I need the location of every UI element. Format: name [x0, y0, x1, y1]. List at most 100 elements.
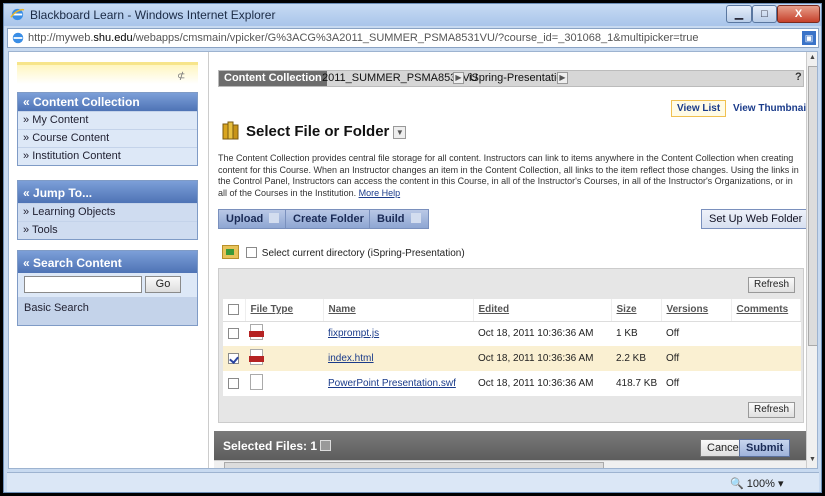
maximize-button[interactable]: □ — [752, 5, 777, 23]
col-file-type[interactable]: File Type — [245, 299, 324, 322]
table-header-row: File Type Name Edited Size Versions Comm… — [223, 299, 801, 322]
build-label: Build — [377, 213, 405, 225]
page-ie-icon — [12, 32, 24, 44]
sidebar-item-my-content[interactable]: » My Content — [18, 111, 197, 129]
col-edited[interactable]: Edited — [473, 299, 612, 322]
view-switcher: View List View Thumbnails — [671, 100, 814, 117]
scroll-up-icon[interactable]: ▲ — [809, 54, 816, 61]
status-bar: 🔍 100% ▾ — [7, 472, 819, 492]
breadcrumb-folder[interactable]: iSpring-Presentation — [469, 72, 569, 84]
web-folder-button[interactable]: Set Up Web Folder — [701, 209, 811, 229]
page-title: Select File or Folder ▼ — [222, 120, 407, 140]
submit-button[interactable]: Submit — [739, 439, 791, 457]
zoom-level: 100% — [746, 478, 775, 490]
zoom-control[interactable]: 🔍 100% ▾ — [730, 477, 783, 490]
current-directory-checkbox[interactable] — [245, 247, 257, 258]
vertical-scrollbar[interactable]: ▲ ▼ — [806, 52, 817, 468]
build-button[interactable]: Build — [369, 209, 429, 229]
search-go-button[interactable]: Go — [145, 276, 181, 293]
vertical-scroll-thumb[interactable] — [808, 66, 817, 346]
select-all-checkbox[interactable] — [228, 303, 239, 315]
chevron-down-icon[interactable]: ▼ — [393, 126, 407, 139]
breadcrumb: Content Collection 2011_SUMMER_PSMA8531V… — [218, 70, 804, 87]
col-versions[interactable]: Versions — [661, 299, 732, 322]
row-checkbox[interactable] — [228, 377, 239, 389]
versions-cell: Off — [661, 346, 731, 371]
page-title-text: Select File or Folder — [246, 123, 390, 140]
jump-to-header[interactable]: « Jump To... — [18, 181, 197, 203]
current-directory-label: Select current directory (iSpring-Presen… — [261, 248, 465, 259]
view-list-button[interactable]: View List — [671, 100, 727, 117]
table-row: index.html Oct 18, 2011 10:36:36 AM 2.2 … — [223, 346, 801, 371]
select-all-header — [223, 299, 246, 322]
breadcrumb-arrow-icon[interactable]: ▶ — [557, 72, 568, 84]
minimize-button[interactable]: ▁ — [726, 5, 752, 23]
url-prefix: http://myweb. — [28, 32, 94, 44]
size-cell: 1 KB — [611, 321, 661, 346]
selected-list-icon[interactable] — [320, 440, 332, 451]
folder-up-icon[interactable] — [222, 245, 239, 259]
view-thumbnails-button[interactable]: View Thumbnails — [733, 103, 815, 114]
col-comments[interactable]: Comments — [731, 299, 801, 322]
file-name-link[interactable]: index.html — [328, 353, 374, 364]
left-panel: ⊄ « Content Collection » My Content » Co… — [9, 52, 209, 468]
edited-cell: Oct 18, 2011 10:36:36 AM — [473, 321, 611, 346]
create-folder-button[interactable]: Create Folder — [285, 209, 372, 229]
row-checkbox[interactable] — [228, 352, 239, 364]
file-name-link[interactable]: fixprompt.js — [328, 328, 379, 339]
window-title: Blackboard Learn - Windows Internet Expl… — [30, 8, 276, 22]
scroll-down-icon[interactable]: ▼ — [809, 456, 816, 463]
comments-cell — [731, 321, 801, 346]
sidebar-item-label: Course Content — [32, 132, 110, 144]
search-input[interactable] — [24, 276, 142, 293]
size-cell: 418.7 KB — [611, 371, 661, 396]
horizontal-scrollbar[interactable] — [214, 460, 806, 468]
row-select-cell — [223, 371, 245, 396]
content-collection-header-label: Content Collection — [33, 95, 140, 109]
compat-icon[interactable]: ▣ — [802, 31, 816, 45]
sidebar-item-tools[interactable]: » Tools — [18, 221, 197, 239]
url-text[interactable]: http://myweb.shu.edu/webapps/cmsmain/vpi… — [28, 32, 699, 44]
breadcrumb-arrow-icon[interactable]: ▶ — [453, 72, 464, 84]
pin-icon[interactable]: ⊄ — [177, 71, 185, 82]
search-content-panel: « Search Content Go Basic Search — [17, 250, 198, 326]
selected-files-text: Selected Files: — [223, 439, 308, 453]
sidebar-item-learning-objects[interactable]: » Learning Objects — [18, 203, 197, 221]
row-checkbox[interactable] — [228, 327, 239, 339]
sidebar-item-course-content[interactable]: » Course Content — [18, 129, 197, 147]
help-button[interactable]: ? — [795, 71, 802, 83]
description-text: The Content Collection provides central … — [218, 153, 799, 198]
selected-files-label: Selected Files: 1 — [223, 439, 332, 453]
current-directory-row: Select current directory (iSpring-Presen… — [222, 245, 465, 259]
basic-search-link[interactable]: Basic Search — [18, 297, 197, 325]
horizontal-scroll-thumb[interactable] — [224, 462, 604, 468]
file-name-link[interactable]: PowerPoint Presentation.swf — [328, 378, 456, 389]
search-content-header[interactable]: « Search Content — [18, 251, 197, 273]
address-bar[interactable]: http://myweb.shu.edu/webapps/cmsmain/vpi… — [7, 28, 819, 48]
jump-to-menu: « Jump To... » Learning Objects » Tools — [17, 180, 198, 240]
col-name[interactable]: Name — [323, 299, 474, 322]
name-cell: PowerPoint Presentation.swf — [323, 371, 473, 396]
sidebar-item-label: Learning Objects — [32, 206, 116, 218]
content-collection-header[interactable]: « Content Collection — [18, 93, 197, 111]
file-table: File Type Name Edited Size Versions Comm… — [223, 299, 801, 396]
close-button[interactable]: X — [777, 5, 820, 23]
refresh-button-bottom[interactable]: Refresh — [747, 402, 795, 418]
panel-top-bar: ⊄ — [17, 62, 198, 84]
refresh-button-top[interactable]: Refresh — [747, 277, 795, 293]
selected-count: 1 — [310, 439, 318, 453]
name-cell: fixprompt.js — [323, 321, 473, 346]
dropdown-icon — [410, 213, 421, 223]
sidebar-item-label: My Content — [32, 114, 89, 126]
col-size[interactable]: Size — [611, 299, 662, 322]
breadcrumb-root[interactable]: Content Collection — [219, 71, 327, 86]
dropdown-icon — [269, 213, 280, 223]
sidebar-item-institution-content[interactable]: » Institution Content — [18, 147, 197, 165]
upload-button[interactable]: Upload — [218, 209, 288, 229]
file-list-panel: Refresh File Type Name Edited Size Versi… — [218, 268, 804, 423]
file-type-cell — [245, 321, 323, 346]
title-bar: Blackboard Learn - Windows Internet Expl… — [4, 4, 821, 26]
main-content: Content Collection 2011_SUMMER_PSMA8531V… — [214, 52, 814, 468]
more-help-link[interactable]: More Help — [359, 188, 401, 198]
versions-cell: Off — [661, 371, 731, 396]
